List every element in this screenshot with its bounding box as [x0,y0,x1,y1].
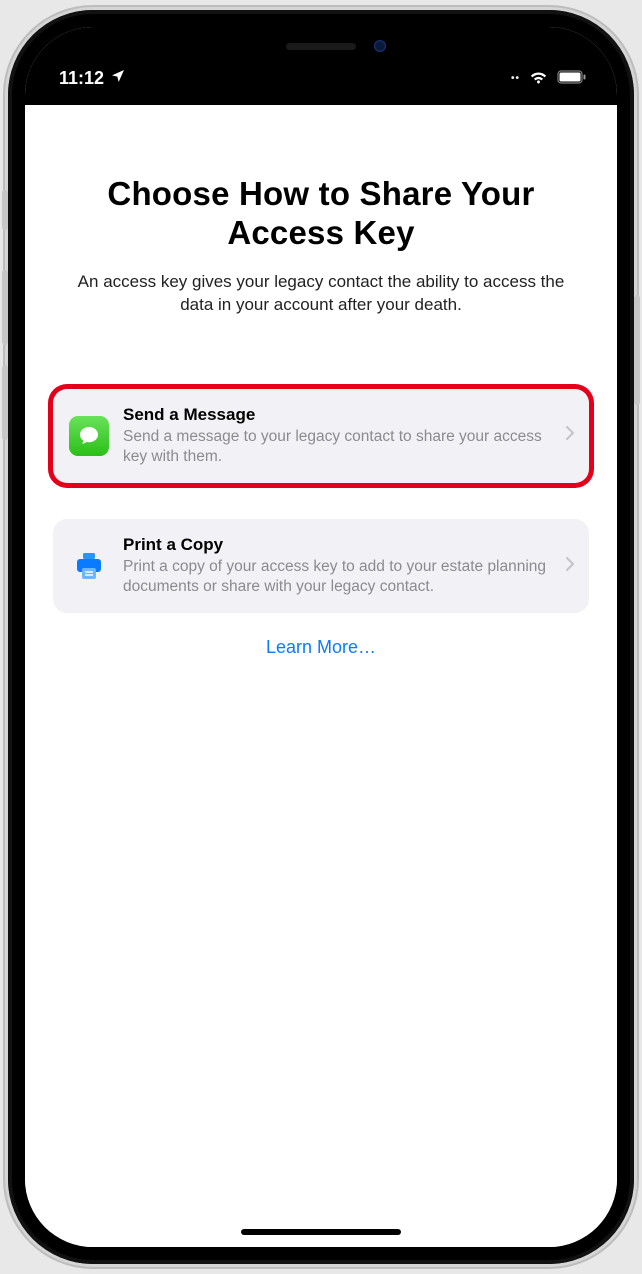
home-indicator[interactable] [241,1229,401,1235]
volume-down-button [2,365,8,440]
mute-switch [2,190,8,230]
share-access-key-sheet: Choose How to Share Your Access Key An a… [25,105,617,1247]
option-print-copy[interactable]: Print a Copy Print a copy of your access… [53,519,589,613]
status-time: 11:12 [59,68,104,89]
messages-icon [69,416,109,456]
screen: 11:12 •• Choose How to Share Your Access… [25,27,617,1247]
notch [191,27,451,65]
phone-frame: 11:12 •• Choose How to Share Your Access… [8,10,634,1264]
side-button [634,295,640,405]
wifi-icon [528,68,549,89]
cellular-dots: •• [511,73,520,84]
location-icon [110,68,126,89]
front-camera [374,40,386,52]
option-send-message[interactable]: Send a Message Send a message to your le… [53,389,589,483]
sheet-grabber[interactable] [25,95,617,105]
option-title: Send a Message [123,405,551,425]
option-description: Send a message to your legacy contact to… [123,427,551,467]
printer-icon [69,546,109,586]
volume-up-button [2,270,8,345]
chevron-right-icon [565,424,575,447]
chevron-right-icon [565,555,575,578]
page-title: Choose How to Share Your Access Key [53,175,589,253]
option-description: Print a copy of your access key to add t… [123,557,551,597]
option-title: Print a Copy [123,535,551,555]
speaker-grill [286,43,356,50]
page-subtitle: An access key gives your legacy contact … [53,271,589,317]
options-list: Send a Message Send a message to your le… [53,389,589,614]
battery-icon [557,68,587,89]
learn-more-link[interactable]: Learn More… [53,637,589,658]
